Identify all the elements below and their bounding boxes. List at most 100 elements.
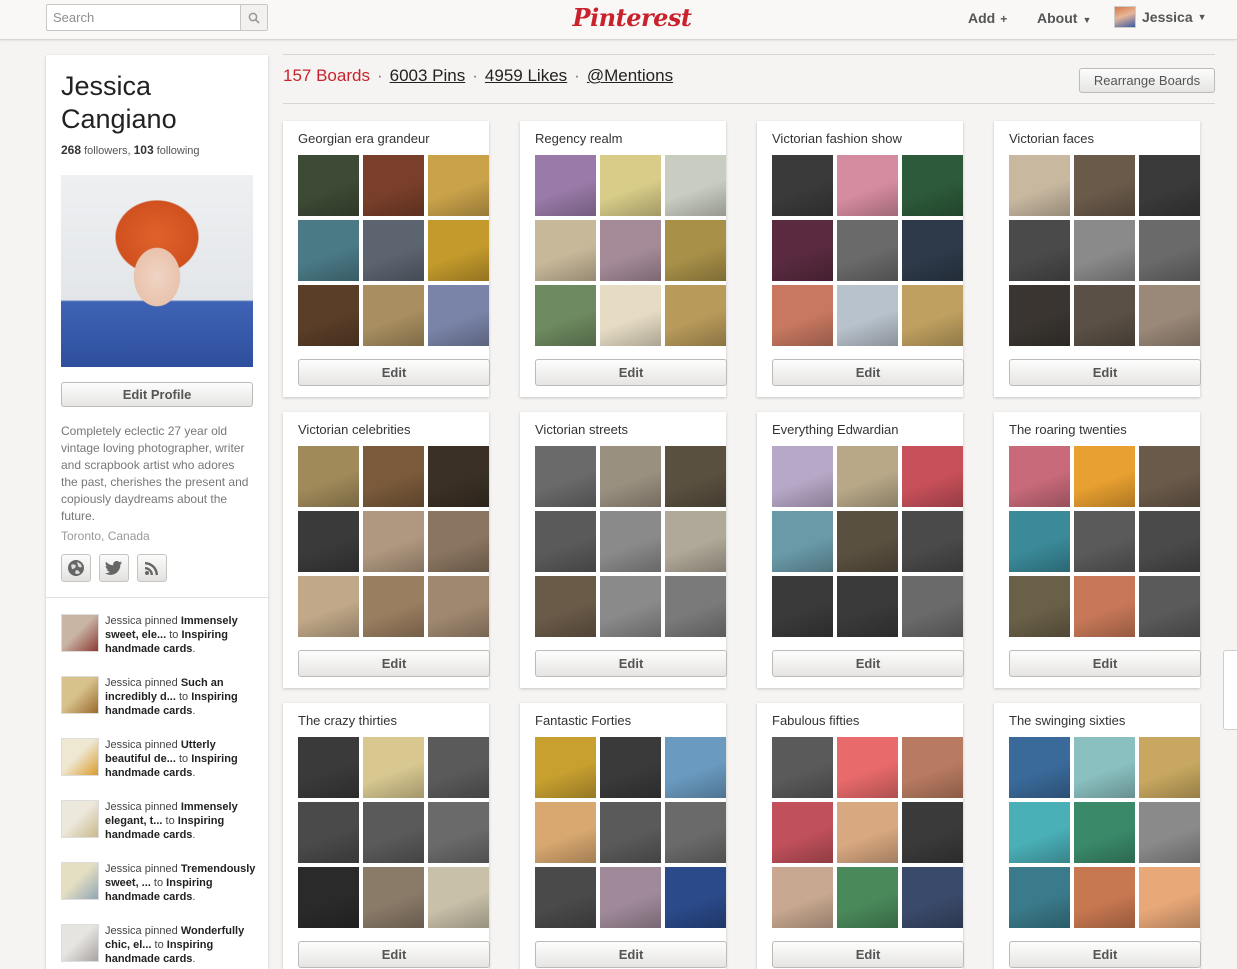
board-pin-thumbnail[interactable] <box>665 576 726 637</box>
board-pin-thumbnail[interactable] <box>1009 867 1070 928</box>
edit-profile-button[interactable]: Edit Profile <box>61 382 253 407</box>
mentions-tab[interactable]: @Mentions <box>587 66 673 86</box>
board-pin-thumbnail[interactable] <box>772 802 833 863</box>
edit-board-button[interactable]: Edit <box>298 941 490 968</box>
board-title[interactable]: Victorian streets <box>535 422 628 437</box>
board-pin-thumbnail[interactable] <box>665 285 726 346</box>
board-pin-thumbnail[interactable] <box>665 220 726 281</box>
board-pin-thumbnail[interactable] <box>902 511 963 572</box>
edit-board-button[interactable]: Edit <box>1009 650 1201 677</box>
board-pin-thumbnail[interactable] <box>428 737 489 798</box>
board-title[interactable]: Fabulous fifties <box>772 713 859 728</box>
likes-count-tab[interactable]: 4959 Likes <box>485 66 567 86</box>
board-pin-thumbnail[interactable] <box>902 285 963 346</box>
edit-board-button[interactable]: Edit <box>298 650 490 677</box>
following-count[interactable]: 103 <box>134 143 154 157</box>
board-pin-thumbnail[interactable] <box>902 802 963 863</box>
board-pin-thumbnail[interactable] <box>1074 155 1135 216</box>
board-pin-thumbnail[interactable] <box>600 220 661 281</box>
pin-thumbnail[interactable] <box>61 676 99 714</box>
board-pin-thumbnail[interactable] <box>298 867 359 928</box>
board-pin-thumbnail[interactable] <box>535 737 596 798</box>
board-pin-thumbnail[interactable] <box>535 511 596 572</box>
search-button[interactable] <box>240 5 267 30</box>
board-pin-thumbnail[interactable] <box>535 285 596 346</box>
board-pin-thumbnail[interactable] <box>298 220 359 281</box>
board-title[interactable]: Regency realm <box>535 131 622 146</box>
followers-count[interactable]: 268 <box>61 143 81 157</box>
board-pin-thumbnail[interactable] <box>902 867 963 928</box>
board-pin-thumbnail[interactable] <box>772 155 833 216</box>
pin-thumbnail[interactable] <box>61 800 99 838</box>
board-pin-thumbnail[interactable] <box>1139 220 1200 281</box>
board-pin-thumbnail[interactable] <box>837 576 898 637</box>
board-pin-thumbnail[interactable] <box>428 867 489 928</box>
board-title[interactable]: The swinging sixties <box>1009 713 1125 728</box>
board-pin-thumbnail[interactable] <box>1074 511 1135 572</box>
board-pin-thumbnail[interactable] <box>902 155 963 216</box>
board-pin-thumbnail[interactable] <box>600 576 661 637</box>
board-pin-thumbnail[interactable] <box>772 576 833 637</box>
activity-item[interactable]: Jessica pinned Immensely sweet, ele... t… <box>61 614 261 676</box>
board-card[interactable]: Fantastic Forties Edit <box>520 703 727 969</box>
pin-thumbnail[interactable] <box>61 924 99 962</box>
board-pin-thumbnail[interactable] <box>772 446 833 507</box>
edit-board-button[interactable]: Edit <box>535 650 727 677</box>
board-pin-thumbnail[interactable] <box>1139 285 1200 346</box>
board-pin-thumbnail[interactable] <box>772 737 833 798</box>
board-title[interactable]: Victorian faces <box>1009 131 1094 146</box>
board-pin-thumbnail[interactable] <box>1139 867 1200 928</box>
board-card[interactable]: Victorian faces Edit <box>994 121 1201 397</box>
about-menu[interactable]: About ▼ <box>1037 10 1091 26</box>
board-pin-thumbnail[interactable] <box>1009 802 1070 863</box>
pin-thumbnail[interactable] <box>61 862 99 900</box>
board-title[interactable]: Victorian celebrities <box>298 422 410 437</box>
scroll-to-top-tab[interactable] <box>1223 650 1237 730</box>
board-pin-thumbnail[interactable] <box>665 802 726 863</box>
followers-label[interactable]: followers, <box>84 145 130 157</box>
board-pin-thumbnail[interactable] <box>600 737 661 798</box>
edit-board-button[interactable]: Edit <box>535 941 727 968</box>
board-pin-thumbnail[interactable] <box>772 867 833 928</box>
board-title[interactable]: Everything Edwardian <box>772 422 898 437</box>
board-pin-thumbnail[interactable] <box>428 576 489 637</box>
edit-board-button[interactable]: Edit <box>535 359 727 386</box>
activity-item[interactable]: Jessica pinned Tremendously sweet, ... t… <box>61 862 261 924</box>
board-pin-thumbnail[interactable] <box>837 155 898 216</box>
board-pin-thumbnail[interactable] <box>772 220 833 281</box>
board-pin-thumbnail[interactable] <box>363 511 424 572</box>
board-pin-thumbnail[interactable] <box>298 737 359 798</box>
board-pin-thumbnail[interactable] <box>298 511 359 572</box>
edit-board-button[interactable]: Edit <box>772 941 964 968</box>
website-link[interactable] <box>61 554 91 582</box>
board-pin-thumbnail[interactable] <box>298 576 359 637</box>
board-pin-thumbnail[interactable] <box>600 511 661 572</box>
board-pin-thumbnail[interactable] <box>535 155 596 216</box>
search-input[interactable] <box>47 5 241 30</box>
board-pin-thumbnail[interactable] <box>1009 576 1070 637</box>
pin-thumbnail[interactable] <box>61 738 99 776</box>
board-pin-thumbnail[interactable] <box>1139 737 1200 798</box>
activity-item[interactable]: Jessica pinned Utterly beautiful de... t… <box>61 738 261 800</box>
board-pin-thumbnail[interactable] <box>1139 802 1200 863</box>
board-pin-thumbnail[interactable] <box>298 446 359 507</box>
board-pin-thumbnail[interactable] <box>1139 155 1200 216</box>
board-pin-thumbnail[interactable] <box>837 446 898 507</box>
pins-count-tab[interactable]: 6003 Pins <box>390 66 466 86</box>
board-pin-thumbnail[interactable] <box>600 867 661 928</box>
board-pin-thumbnail[interactable] <box>363 737 424 798</box>
board-card[interactable]: Victorian celebrities Edit <box>283 412 490 688</box>
board-pin-thumbnail[interactable] <box>428 511 489 572</box>
board-pin-thumbnail[interactable] <box>535 446 596 507</box>
rearrange-boards-button[interactable]: Rearrange Boards <box>1079 68 1215 93</box>
board-pin-thumbnail[interactable] <box>665 155 726 216</box>
edit-board-button[interactable]: Edit <box>298 359 490 386</box>
board-card[interactable]: Regency realm Edit <box>520 121 727 397</box>
edit-board-button[interactable]: Edit <box>1009 359 1201 386</box>
board-pin-thumbnail[interactable] <box>1009 220 1070 281</box>
activity-item[interactable]: Jessica pinned Immensely elegant, t... t… <box>61 800 261 862</box>
board-pin-thumbnail[interactable] <box>665 511 726 572</box>
board-card[interactable]: The swinging sixties Edit <box>994 703 1201 969</box>
edit-board-button[interactable]: Edit <box>772 650 964 677</box>
board-pin-thumbnail[interactable] <box>1074 446 1135 507</box>
